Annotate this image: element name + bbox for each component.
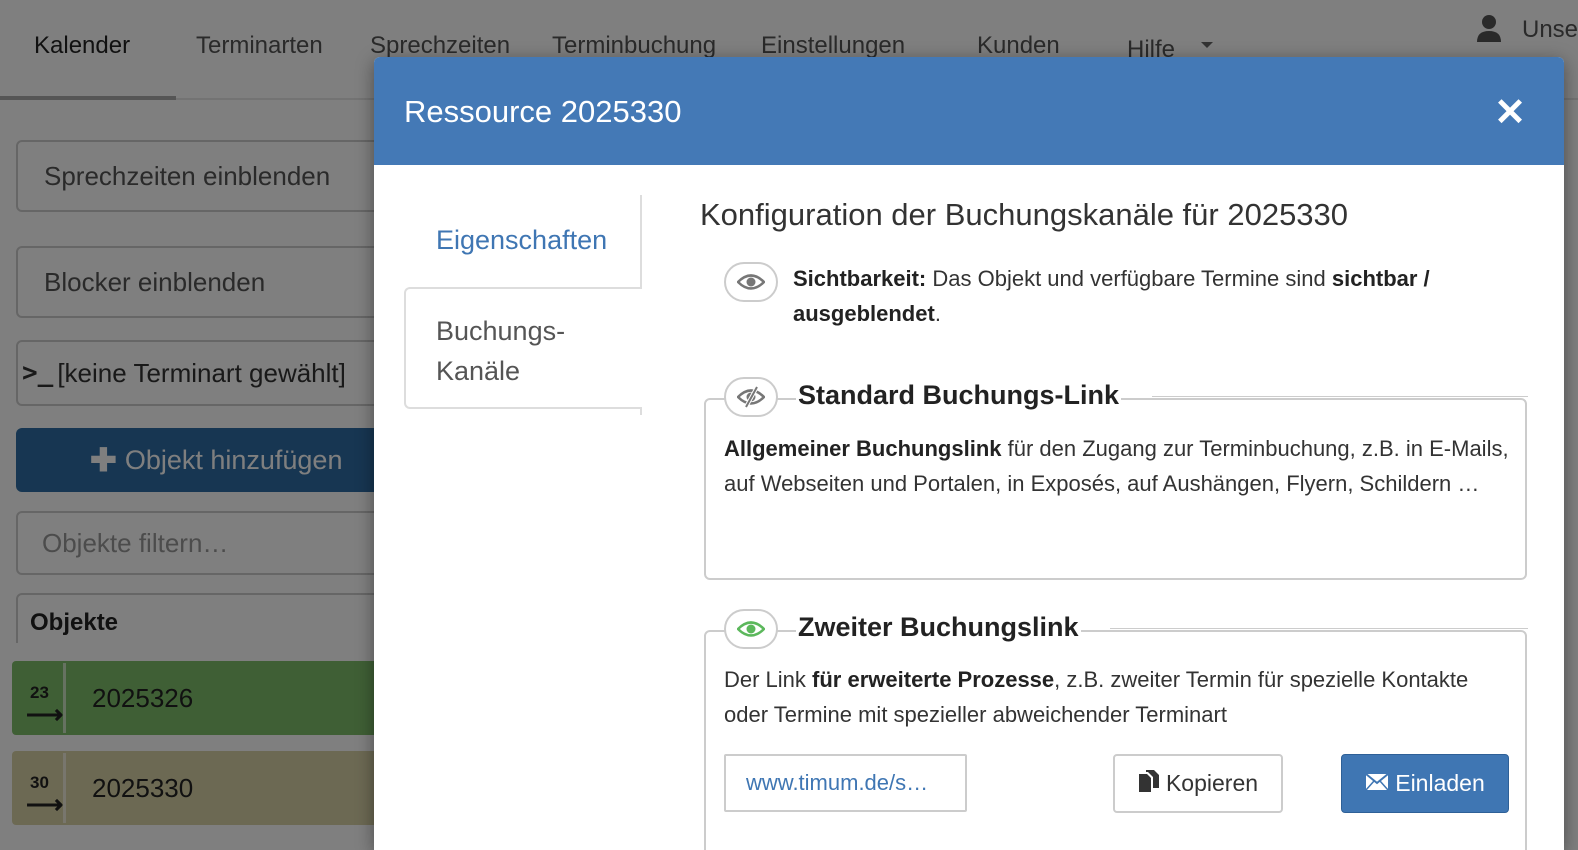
eye-slash-icon[interactable] — [724, 377, 778, 417]
visibility-description: Sichtbarkeit: Das Objekt und verfügbare … — [793, 261, 1513, 331]
second-link-desc-bold: für erweiterte Prozesse — [812, 667, 1055, 692]
second-link-section: Der Link für erweiterte Prozesse, z.B. z… — [704, 630, 1527, 850]
second-link-title: Zweiter Buchungslink — [796, 612, 1081, 643]
second-link-url-field[interactable]: www.timum.de/s… — [724, 754, 967, 812]
modal-title: Ressource 2025330 — [404, 94, 682, 129]
standard-link-desc-bold: Allgemeiner Buchungslink — [724, 436, 1002, 461]
copy-label: Kopieren — [1165, 770, 1259, 796]
second-link-url: www.timum.de/s… — [746, 770, 929, 795]
second-link-legend-line — [1110, 628, 1528, 629]
modal-header: Ressource 2025330 ✕ — [374, 57, 1564, 165]
copy-button[interactable]: Kopieren — [1113, 754, 1283, 813]
envelope-icon — [1365, 770, 1389, 797]
standard-link-description: Allgemeiner Buchungslink für den Zugang … — [724, 431, 1514, 501]
second-link-actions: www.timum.de/s… Kopieren Einladen — [700, 754, 1530, 814]
visibility-end: . — [934, 301, 941, 326]
standard-link-title: Standard Buchungs-Link — [796, 380, 1122, 411]
second-link-description: Der Link für erweiterte Prozesse, z.B. z… — [724, 662, 1514, 732]
standard-link-section: Allgemeiner Buchungslink für den Zugang … — [704, 398, 1527, 580]
resource-modal: Ressource 2025330 ✕ Eigenschaften Buchun… — [374, 57, 1564, 850]
tab-properties[interactable]: Eigenschaften — [404, 195, 642, 287]
invite-button[interactable]: Einladen — [1341, 754, 1509, 813]
copy-icon — [1138, 769, 1160, 799]
standard-link-legend-line — [1152, 396, 1528, 397]
second-link-desc-pre: Der Link — [724, 667, 813, 692]
visibility-text: Das Objekt und verfügbare Termine sind — [926, 266, 1332, 291]
tab-booking-channels[interactable]: Buchungs- Kanäle — [404, 287, 642, 409]
content-title: Konfiguration der Buchungskanäle für 202… — [700, 197, 1349, 232]
tab-booking-channels-label: Buchungs- Kanäle — [436, 316, 566, 386]
invite-label: Einladen — [1395, 770, 1485, 796]
close-icon[interactable]: ✕ — [1492, 94, 1528, 132]
visibility-label: Sichtbarkeit: — [793, 266, 927, 291]
tab-divider — [640, 409, 642, 415]
eye-icon — [724, 262, 778, 302]
eye-visible-icon[interactable] — [724, 609, 778, 649]
